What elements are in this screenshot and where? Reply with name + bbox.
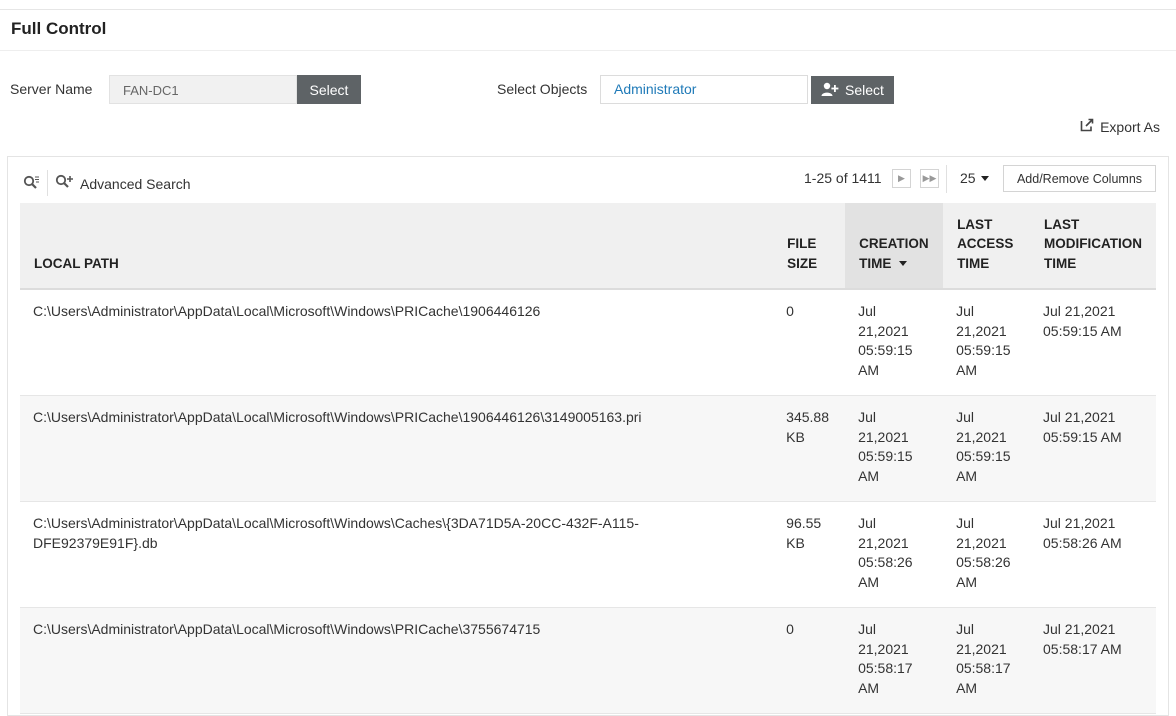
export-icon xyxy=(1080,118,1094,135)
cell-local-path: C:\Users\Administrator\AppData\Local\Mic… xyxy=(20,501,774,608)
server-name-field[interactable]: FAN-DC1 xyxy=(109,75,297,104)
add-user-icon xyxy=(821,81,839,100)
column-creation-time[interactable]: CREATION TIME xyxy=(845,203,944,290)
advanced-search-label: Advanced Search xyxy=(80,175,191,192)
server-select-label: Select xyxy=(309,81,349,98)
advanced-search-icon xyxy=(55,174,74,193)
table-header-row: LOCAL PATH FILE SIZE CREATION TIME LAST … xyxy=(20,203,1156,290)
toolbar-divider xyxy=(47,170,48,196)
cell-last-modification-time: Jul 21,2021 05:58:26 AM xyxy=(1030,501,1156,608)
cell-file-size: 96.55 KB xyxy=(773,501,846,608)
cell-last-modification-time: Jul 21,2021 05:58:17 AM xyxy=(1030,607,1156,714)
pager-divider xyxy=(946,165,947,193)
select-objects-field[interactable]: Administrator xyxy=(600,75,808,104)
cell-creation-time: Jul 21,2021 05:59:15 AM xyxy=(845,289,944,396)
top-divider xyxy=(0,9,1176,10)
cell-last-access-time: Jul 21,2021 05:59:15 AM xyxy=(943,289,1031,396)
pagination-info: 1-25 of 1411 xyxy=(804,170,882,186)
table-row[interactable]: C:\Users\Administrator\AppData\Local\Mic… xyxy=(20,501,1156,608)
column-last-modification-time[interactable]: LAST MODIFICATION TIME xyxy=(1030,203,1156,290)
cell-file-size: 0 xyxy=(773,289,846,396)
next-page-icon[interactable]: ▶ xyxy=(892,169,911,188)
cell-local-path: C:\Users\Administrator\AppData\Local\Mic… xyxy=(20,607,774,714)
export-as-button[interactable]: Export As xyxy=(1080,118,1160,135)
export-as-label: Export As xyxy=(1100,118,1160,135)
files-table: LOCAL PATH FILE SIZE CREATION TIME LAST … xyxy=(20,203,1156,714)
cell-last-access-time: Jul 21,2021 05:58:26 AM xyxy=(943,501,1031,608)
title-divider xyxy=(0,50,1176,51)
cell-last-access-time: Jul 21,2021 05:58:17 AM xyxy=(943,607,1031,714)
column-file-size[interactable]: FILE SIZE xyxy=(773,203,846,290)
cell-file-size: 345.88 KB xyxy=(773,395,846,502)
cell-local-path: C:\Users\Administrator\AppData\Local\Mic… xyxy=(20,395,774,502)
table-row[interactable]: C:\Users\Administrator\AppData\Local\Mic… xyxy=(20,607,1156,714)
cell-local-path: C:\Users\Administrator\AppData\Local\Mic… xyxy=(20,289,774,396)
server-select-button[interactable]: Select xyxy=(297,75,361,104)
cell-last-modification-time: Jul 21,2021 05:59:15 AM xyxy=(1030,395,1156,502)
sort-desc-icon xyxy=(899,261,908,267)
table-row[interactable]: C:\Users\Administrator\AppData\Local\Mic… xyxy=(20,395,1156,502)
cell-last-modification-time: Jul 21,2021 05:59:15 AM xyxy=(1030,289,1156,396)
server-name-label: Server Name xyxy=(10,81,93,97)
cell-last-access-time: Jul 21,2021 05:59:15 AM xyxy=(943,395,1031,502)
cell-creation-time: Jul 21,2021 05:58:26 AM xyxy=(845,501,944,608)
cell-creation-time: Jul 21,2021 05:58:17 AM xyxy=(845,607,944,714)
last-page-icon[interactable]: ▶▶ xyxy=(920,169,939,188)
table-row[interactable]: C:\Users\Administrator\AppData\Local\Mic… xyxy=(20,289,1156,396)
page-title: Full Control xyxy=(11,19,107,38)
objects-select-button[interactable]: Select xyxy=(811,76,894,104)
objects-select-label: Select xyxy=(845,82,884,98)
column-last-access-time[interactable]: LAST ACCESS TIME xyxy=(943,203,1031,290)
cell-creation-time: Jul 21,2021 05:59:15 AM xyxy=(845,395,944,502)
search-options-icon[interactable] xyxy=(23,175,40,191)
column-local-path[interactable]: LOCAL PATH xyxy=(20,203,774,290)
per-page-value: 25 xyxy=(960,170,976,186)
dropdown-caret-icon xyxy=(980,175,989,181)
select-objects-label: Select Objects xyxy=(497,81,588,97)
column-creation-time-label: CREATION TIME xyxy=(859,236,929,271)
cell-file-size: 0 xyxy=(773,607,846,714)
add-remove-columns-button[interactable]: Add/Remove Columns xyxy=(1003,165,1156,192)
advanced-search-button[interactable]: Advanced Search xyxy=(55,174,191,193)
per-page-select[interactable]: 25 xyxy=(960,170,989,186)
